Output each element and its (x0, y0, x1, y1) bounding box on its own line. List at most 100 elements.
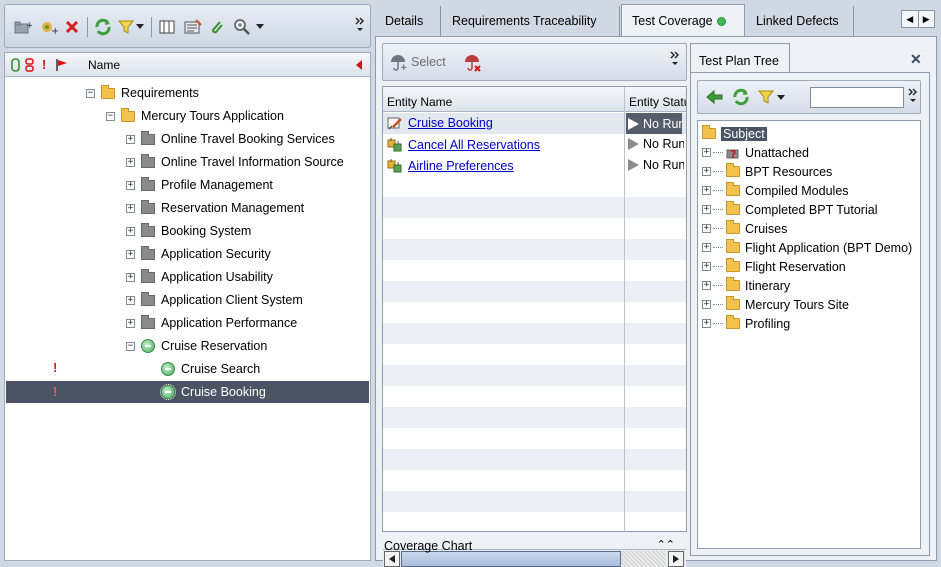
tree-row-application-usability[interactable]: + Application Usability (126, 266, 273, 288)
tree-row-completed-bpt-tutorial[interactable]: + Completed BPT Tutorial (702, 200, 877, 219)
expand-icon[interactable]: + (126, 295, 135, 305)
tree-row-profile-management[interactable]: + Profile Management (126, 174, 273, 196)
tree-row-cruise-booking[interactable]: ! Cruise Booking (6, 381, 369, 403)
filter-icon[interactable] (117, 16, 135, 38)
collapse-icon[interactable]: − (86, 88, 95, 98)
tab-requirements-traceability[interactable]: Requirements Traceability (442, 6, 620, 36)
select-label: Select (411, 55, 446, 69)
tree-row-profiling[interactable]: + Profiling (702, 314, 790, 333)
tree-row-mercury-tours-site[interactable]: + Mercury Tours Site (702, 295, 849, 314)
tree-row-application-security[interactable]: + Application Security (126, 243, 271, 265)
expand-icon[interactable]: + (702, 262, 711, 271)
expand-icon[interactable]: + (702, 319, 711, 328)
new-folder-icon[interactable]: + (13, 16, 33, 38)
delete-icon[interactable] (63, 16, 81, 38)
entity-status-column-header[interactable]: Entity Status (625, 87, 686, 112)
coverage-chart-bar[interactable]: Coverage Chart ⌃⌃ (382, 536, 687, 556)
tab-details[interactable]: Details (375, 6, 441, 36)
expand-up-icon[interactable]: ⌃⌃ (657, 538, 675, 551)
test-plan-toolbar (697, 80, 921, 114)
entity-name-column-header[interactable]: Entity Name (383, 87, 625, 112)
filter-dropdown-icon[interactable] (135, 16, 145, 38)
remove-coverage-icon[interactable] (463, 53, 483, 73)
expand-icon[interactable]: + (126, 272, 135, 282)
new-requirement-icon[interactable]: + (37, 16, 59, 38)
expand-icon[interactable]: + (126, 318, 135, 328)
expand-icon[interactable]: + (702, 167, 711, 176)
tree-row-mercury-tours-application[interactable]: − Mercury Tours Application (106, 105, 284, 127)
expand-icon[interactable]: + (702, 243, 711, 252)
scroll-tabs-right-icon[interactable]: ▶ (919, 11, 935, 27)
expand-icon[interactable]: + (126, 203, 135, 213)
requirement-icon (160, 384, 176, 400)
expand-icon[interactable]: + (702, 224, 711, 233)
attachment-icon[interactable] (207, 16, 227, 38)
tree-row-unattached[interactable]: + ? Unattached (702, 143, 809, 162)
test-plan-search-input[interactable] (810, 87, 904, 108)
tree-row-requirements[interactable]: − Requirements (86, 82, 199, 104)
entity-link[interactable]: Airline Preferences (408, 159, 514, 173)
folder-icon (726, 201, 740, 215)
name-column-header[interactable]: Name (88, 58, 120, 72)
tree-row-cruise-search[interactable]: Cruise Search (146, 358, 260, 380)
close-icon[interactable]: ✕ (910, 51, 922, 68)
tab-test-plan-tree[interactable]: Test Plan Tree (690, 43, 790, 73)
scroll-tabs-left-icon[interactable]: ◀ (902, 11, 919, 27)
tree-row-bpt-resources[interactable]: + BPT Resources (702, 162, 832, 181)
tree-row-flight-application[interactable]: + Flight Application (BPT Demo) (702, 238, 912, 257)
tree-row-itinerary[interactable]: + Itinerary (702, 276, 790, 295)
tree-row-flight-reservation[interactable]: + Flight Reservation (702, 257, 846, 276)
tab-test-coverage[interactable]: Test Coverage (621, 4, 745, 37)
details-view-icon[interactable] (183, 16, 203, 38)
more-tools-icon[interactable] (353, 13, 367, 35)
tree-row-cruises[interactable]: + Cruises (702, 219, 787, 238)
tree-row-cruise-reservation[interactable]: − Cruise Reservation (126, 335, 267, 357)
refresh-icon[interactable] (93, 16, 113, 38)
expand-icon[interactable]: + (702, 281, 711, 290)
expand-icon[interactable]: + (126, 226, 135, 236)
requirement-folder-icon (141, 268, 155, 283)
entity-link[interactable]: Cruise Booking (408, 116, 493, 130)
refresh-icon[interactable] (732, 88, 750, 106)
expand-icon[interactable]: + (126, 249, 135, 259)
tab-linked-defects[interactable]: Linked Defects (746, 6, 854, 36)
status-cell: No Run (628, 158, 684, 172)
flag-column-icon[interactable] (55, 58, 69, 72)
linked-column-icon[interactable] (25, 58, 35, 72)
zoom-icon[interactable] (231, 16, 253, 38)
filter-dropdown-icon[interactable] (777, 95, 785, 101)
collapse-header-icon[interactable] (355, 60, 363, 70)
table-row[interactable]: Airline Preferences No Run (383, 155, 686, 176)
requirement-icon (161, 362, 175, 376)
columns-icon[interactable] (157, 16, 177, 38)
filter-icon[interactable] (758, 89, 774, 105)
more-tools-icon[interactable] (670, 50, 680, 66)
table-row[interactable]: Cancel All Reservations No Run (383, 134, 686, 155)
expand-icon[interactable]: + (702, 186, 711, 195)
tree-row-compiled-modules[interactable]: + Compiled Modules (702, 181, 849, 200)
expand-icon[interactable]: + (702, 205, 711, 214)
table-row[interactable]: Cruise Booking No Run (383, 113, 686, 134)
expand-icon[interactable]: + (702, 148, 711, 157)
more-tools-icon[interactable] (908, 87, 918, 103)
add-to-coverage-icon[interactable] (706, 89, 724, 105)
tree-row-booking-system[interactable]: + Booking System (126, 220, 251, 242)
select-tests-button[interactable]: + Select (389, 53, 446, 71)
folder-icon (726, 220, 740, 234)
tree-row-online-travel-booking[interactable]: + Online Travel Booking Services (126, 128, 335, 150)
tree-row-subject[interactable]: Subject (702, 124, 767, 143)
expand-icon[interactable]: + (126, 157, 135, 167)
entity-link[interactable]: Cancel All Reservations (408, 138, 540, 152)
zoom-dropdown-icon[interactable] (255, 16, 265, 38)
tree-row-application-client-system[interactable]: + Application Client System (126, 289, 303, 311)
collapse-icon[interactable]: − (126, 341, 135, 351)
expand-icon[interactable]: + (126, 180, 135, 190)
expand-icon[interactable]: + (702, 300, 711, 309)
collapse-icon[interactable]: − (106, 111, 115, 121)
tree-row-online-travel-information[interactable]: + Online Travel Information Source (126, 151, 344, 173)
tree-row-reservation-management[interactable]: + Reservation Management (126, 197, 304, 219)
alert-column-icon[interactable]: ! (42, 57, 46, 72)
tree-row-application-performance[interactable]: + Application Performance (126, 312, 297, 334)
expand-icon[interactable]: + (126, 134, 135, 144)
attachment-column-icon[interactable] (11, 58, 21, 72)
